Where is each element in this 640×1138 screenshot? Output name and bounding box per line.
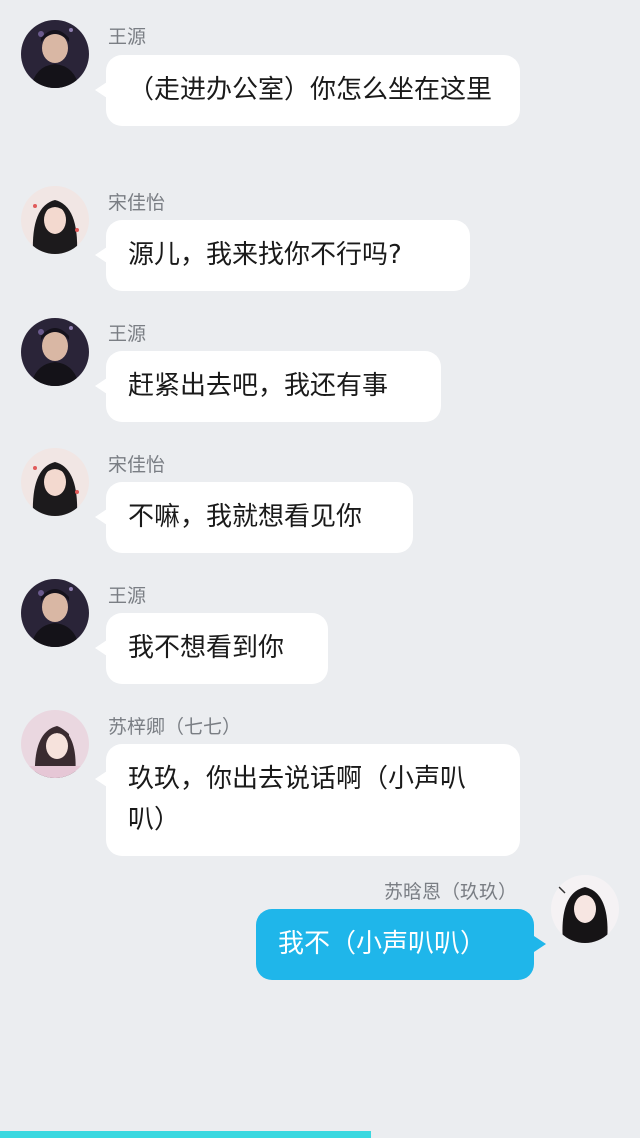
girl-avatar-2[interactable] bbox=[21, 710, 89, 778]
sender-name: 苏晗恩（玖玖） bbox=[384, 881, 518, 903]
girl-avatar-3-icon bbox=[551, 875, 619, 943]
message-bubble[interactable]: 源儿，我来找你不行吗? bbox=[106, 220, 470, 291]
sender-name: 宋佳怡 bbox=[108, 454, 166, 476]
girl-avatar-1[interactable] bbox=[21, 186, 89, 254]
message-bubble[interactable]: （走进办公室）你怎么坐在这里 bbox=[106, 55, 520, 126]
message-bubble[interactable]: 我不（小声叭叭） bbox=[256, 909, 534, 980]
sender-name: 王源 bbox=[108, 26, 147, 48]
girl-avatar-1-icon bbox=[21, 186, 89, 254]
boy-avatar[interactable] bbox=[21, 20, 89, 88]
sender-name: 王源 bbox=[108, 323, 147, 345]
boy-avatar-icon bbox=[21, 318, 89, 386]
girl-avatar-1-icon bbox=[21, 448, 89, 516]
boy-avatar[interactable] bbox=[21, 318, 89, 386]
message-bubble[interactable]: 赶紧出去吧，我还有事 bbox=[106, 351, 441, 422]
boy-avatar[interactable] bbox=[21, 579, 89, 647]
boy-avatar-icon bbox=[21, 20, 89, 88]
boy-avatar-icon bbox=[21, 579, 89, 647]
sender-name: 苏梓卿（七七） bbox=[108, 716, 242, 738]
sender-name: 宋佳怡 bbox=[108, 192, 166, 214]
progress-bar bbox=[0, 1131, 640, 1138]
message-bubble[interactable]: 不嘛，我就想看见你 bbox=[106, 482, 413, 553]
sender-name: 王源 bbox=[108, 585, 147, 607]
progress-fill bbox=[0, 1131, 372, 1138]
girl-avatar-2-icon bbox=[21, 710, 89, 778]
message-bubble[interactable]: 玖玖，你出去说话啊（小声叭叭） bbox=[106, 744, 520, 856]
message-bubble[interactable]: 我不想看到你 bbox=[106, 613, 328, 684]
girl-avatar-3[interactable] bbox=[551, 875, 619, 943]
girl-avatar-1[interactable] bbox=[21, 448, 89, 516]
bubble-tail bbox=[534, 936, 546, 952]
chat-thread: 王源 （走进办公室）你怎么坐在这里 宋佳怡 源儿，我来找你不行吗? 王源 赶紧出… bbox=[0, 0, 640, 1138]
